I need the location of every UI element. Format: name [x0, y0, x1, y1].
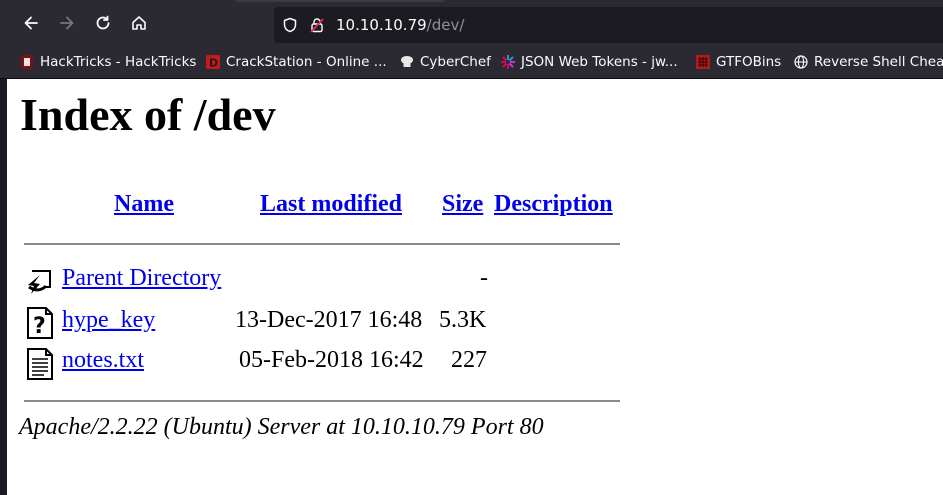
bookmark-reverse-shell[interactable]: Reverse Shell Cheat [794, 53, 943, 71]
table-row: notes.txt [62, 345, 144, 375]
divider [24, 243, 620, 245]
bookmark-label: Reverse Shell Cheat [814, 54, 943, 70]
sort-by-last-modified-link[interactable]: Last modified [260, 191, 402, 217]
row-size: 227 [451, 347, 487, 373]
globe-icon [794, 55, 808, 69]
active-tab-edge [236, 0, 444, 2]
jwt-icon [501, 55, 515, 69]
bookmark-cyberchef[interactable]: CyberChef [400, 53, 491, 71]
row-modified: 13-Dec-2017 16:48 [235, 307, 423, 333]
bookmark-label: CrackStation - Online ... [226, 54, 387, 70]
sort-by-size-link[interactable]: Size [442, 191, 483, 217]
back-folder-icon [28, 270, 51, 294]
row-size: 5.3K [439, 307, 487, 333]
sort-by-name-link[interactable]: Name [114, 191, 174, 217]
page-title: Index of /dev [20, 89, 276, 140]
hype-key-link[interactable]: hype_key [62, 307, 155, 333]
forward-button[interactable] [57, 13, 77, 33]
shield-icon[interactable] [282, 17, 298, 33]
browser-toolbar: 10.10.10.79/dev/ [0, 0, 943, 46]
parent-directory-link[interactable]: Parent Directory [62, 265, 221, 291]
bookmark-label: CyberChef [420, 54, 491, 70]
reload-icon [96, 15, 110, 30]
gtfobins-icon [696, 55, 710, 69]
column-header-description: Description [494, 189, 613, 219]
column-header-name: Name [114, 189, 174, 219]
url-text[interactable]: 10.10.10.79/dev/ [336, 16, 464, 34]
sort-by-description-link[interactable]: Description [494, 191, 613, 217]
home-icon [132, 16, 146, 30]
notes-txt-link[interactable]: notes.txt [62, 347, 144, 373]
crackstation-icon: D [206, 55, 220, 69]
svg-text:D: D [209, 57, 218, 70]
url-host: 10.10.10.79 [336, 16, 427, 34]
bookmark-label: HackTricks - HackTricks [40, 54, 197, 70]
bookmark-label: JSON Web Tokens - jw... [521, 54, 678, 70]
arrow-left-icon [24, 16, 38, 30]
home-button[interactable] [129, 13, 149, 33]
bookmarks-bar: HackTricks - HackTricks D CrackStation -… [0, 46, 943, 79]
bookmark-label: GTFOBins [716, 54, 782, 70]
column-header-last-modified: Last modified [260, 189, 402, 219]
back-button[interactable] [21, 13, 41, 33]
row-size: - [480, 265, 488, 291]
reload-button[interactable] [93, 13, 113, 33]
hacktricks-icon [21, 55, 33, 69]
arrow-right-icon [60, 16, 74, 30]
server-signature: Apache/2.2.22 (Ubuntu) Server at 10.10.1… [19, 414, 544, 440]
divider [24, 400, 620, 402]
text-file-icon [27, 348, 53, 380]
bookmark-hacktricks[interactable]: HackTricks - HackTricks [20, 53, 196, 71]
svg-text:?: ? [33, 314, 46, 339]
url-bar[interactable]: 10.10.10.79/dev/ [274, 7, 943, 43]
bookmark-gtfobins[interactable]: GTFOBins [696, 53, 781, 71]
bookmark-jwt[interactable]: JSON Web Tokens - jw... [501, 53, 678, 71]
table-row: hype_key [62, 305, 155, 335]
unknown-file-icon: ? [27, 307, 53, 339]
url-path: /dev/ [426, 16, 465, 34]
cyberchef-icon [401, 56, 413, 67]
table-row: Parent Directory [62, 263, 221, 293]
bookmark-crackstation[interactable]: D CrackStation - Online ... [206, 53, 387, 71]
page-content: Index of /dev Name Last modified Size De… [7, 79, 943, 495]
row-modified: 05-Feb-2018 16:42 [239, 347, 424, 373]
insecure-lock-icon[interactable] [309, 17, 325, 33]
column-header-size: Size [442, 189, 483, 219]
